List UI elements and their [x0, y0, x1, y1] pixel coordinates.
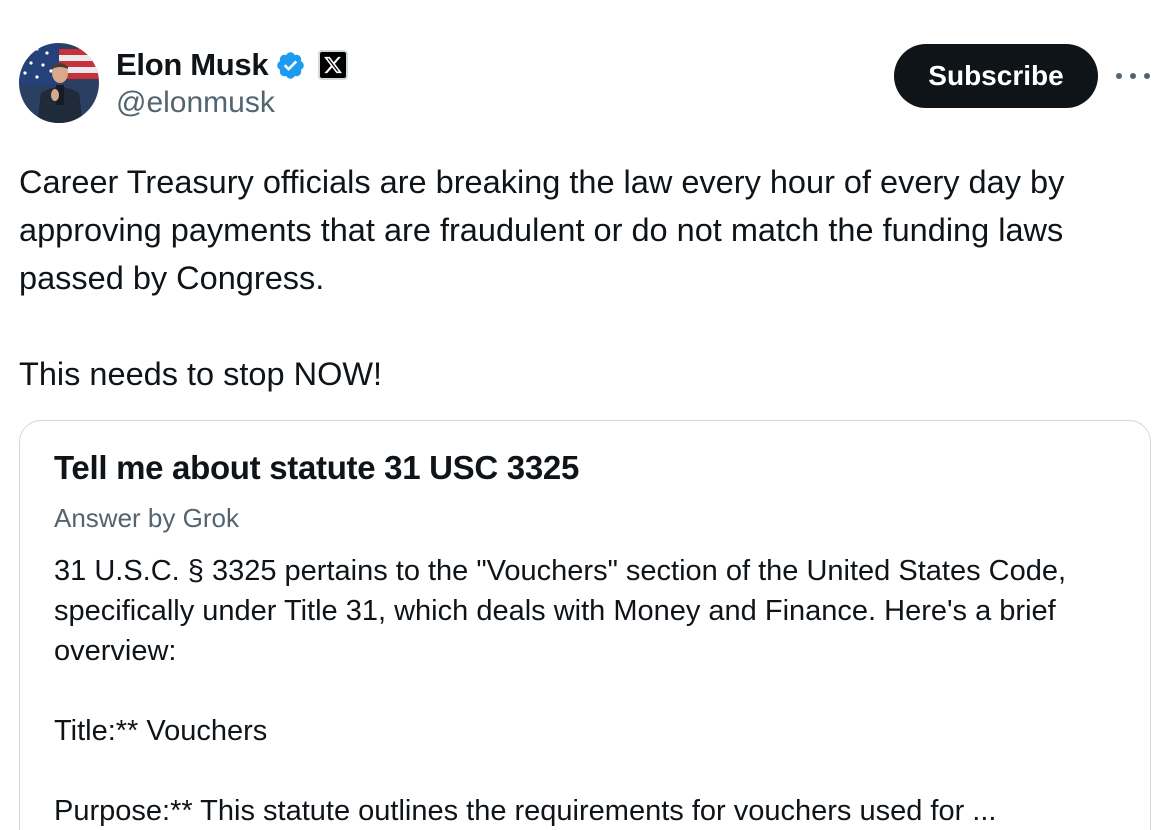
post: Elon Musk @elonmusk Subscribe Career Tre… [0, 0, 1160, 830]
author-display-name[interactable]: Elon Musk [116, 47, 269, 83]
verified-badge-icon [277, 51, 305, 79]
post-text-paragraph: Career Treasury officials are breaking t… [19, 164, 1065, 296]
card-paragraph: Purpose:** This statute outlines the req… [54, 795, 997, 827]
card-paragraph: 31 U.S.C. § 3325 pertains to the "Vouche… [54, 555, 1067, 667]
author-handle[interactable]: @elonmusk [116, 86, 275, 120]
card-body: 31 U.S.C. § 3325 pertains to the "Vouche… [54, 551, 1129, 830]
quoted-grok-card[interactable]: Tell me about statute 31 USC 3325 Answer… [19, 420, 1151, 830]
post-text-paragraph: This needs to stop NOW! [19, 356, 383, 392]
more-options-icon[interactable] [1116, 66, 1150, 86]
post-text: Career Treasury officials are breaking t… [19, 158, 1144, 398]
x-logo-icon [318, 50, 349, 80]
card-subtitle: Answer by Grok [54, 503, 239, 533]
card-paragraph: Title:** Vouchers [54, 715, 268, 747]
avatar[interactable] [19, 43, 99, 123]
subscribe-button[interactable]: Subscribe [894, 44, 1098, 108]
card-title: Tell me about statute 31 USC 3325 [54, 449, 579, 486]
author-name-row: Elon Musk [116, 46, 349, 84]
